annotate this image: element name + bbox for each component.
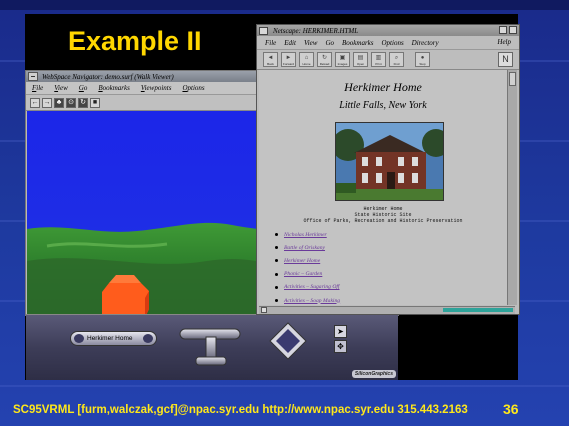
background-stripe (0, 385, 569, 387)
link-list: Nicholas Herkimer Battle of Oriskany Her… (275, 228, 340, 305)
menu-go[interactable]: Go (325, 39, 334, 47)
previous-viewpoint-icon[interactable] (74, 334, 84, 343)
status-bar (259, 306, 515, 314)
print-button[interactable]: ▥ Print (371, 52, 386, 67)
forward-arrow-icon[interactable]: → (42, 97, 52, 108)
page-content: Herkimer Home Little Falls, New York Her… (259, 70, 507, 305)
menu-view[interactable]: View (304, 39, 317, 47)
find-button[interactable]: ⌕ Find (389, 52, 404, 67)
maximize-icon[interactable] (509, 26, 517, 34)
netscape-toolbar: ◄ Back ► Forward ⌂ Home ↻ Reload ▣ Images ▤ Op… (257, 49, 519, 70)
security-key-icon (261, 307, 267, 313)
menu-go[interactable]: Go (79, 84, 88, 92)
menu-options[interactable]: Options (382, 39, 404, 47)
netscape-menubar: File Edit View Go Bookmarks Options Dire… (257, 36, 519, 49)
images-icon: ▣ (339, 55, 346, 61)
forward-label: Forward (282, 62, 294, 66)
back-label: Back (267, 62, 274, 66)
print-label: Print (375, 62, 382, 66)
link-herkimer-home[interactable]: Herkimer Home (275, 254, 340, 267)
menu-viewpoints[interactable]: Viewpoints (141, 84, 172, 92)
walk-icon[interactable]: ♣ (54, 97, 64, 108)
menu-view[interactable]: View (54, 84, 68, 92)
minimize-icon[interactable] (499, 26, 507, 34)
herkimer-house-photo (335, 122, 444, 201)
walk-tube-control[interactable] (176, 323, 246, 369)
open-label: Open (356, 62, 365, 66)
stop-icon: ● (420, 55, 425, 61)
forward-icon: ► (285, 55, 292, 61)
forward-button[interactable]: ► Forward (281, 52, 296, 67)
find-icon: ⌕ (394, 55, 399, 61)
progress-bar (443, 308, 513, 312)
stop-icon[interactable]: ■ (90, 97, 100, 108)
house-photo-image (336, 123, 443, 200)
slide-footer: SC95VRML [furm,walczak,gcf]@npac.syr.edu… (13, 404, 468, 416)
menu-bookmarks[interactable]: Bookmarks (98, 84, 130, 92)
slide-title: Example II (68, 26, 202, 56)
open-button[interactable]: ▤ Open (353, 52, 368, 67)
move-mode-icon[interactable]: ✥ (334, 340, 347, 353)
viewpoint-label: Herkimer Home (87, 335, 133, 342)
reload-label: Reload (319, 62, 330, 66)
viewpoint-selector[interactable]: Herkimer Home (70, 331, 157, 346)
menu-help[interactable]: Help (497, 38, 511, 46)
page-subheading: Little Falls, New York (339, 100, 427, 111)
next-viewpoint-icon[interactable] (143, 334, 153, 343)
window-menu-icon[interactable] (28, 72, 38, 81)
netscape-title: Netscape: HERKIMER.HTML (273, 26, 359, 35)
netscape-window: Netscape: HERKIMER.HTML File Edit View G… (256, 24, 520, 315)
back-icon: ◄ (267, 55, 274, 61)
seek-icon[interactable]: ⊙ (66, 97, 76, 108)
reload-icon: ↻ (321, 55, 328, 61)
scrollbar-thumb[interactable] (509, 72, 516, 86)
images-button[interactable]: ▣ Images (335, 52, 350, 67)
slide-top-bar (0, 0, 569, 10)
back-arrow-icon[interactable]: ← (30, 97, 40, 108)
print-icon: ▥ (375, 55, 382, 61)
netscape-titlebar[interactable]: Netscape: HERKIMER.HTML (257, 25, 519, 36)
home-icon: ⌂ (304, 55, 309, 61)
back-button[interactable]: ◄ Back (263, 52, 278, 67)
vertical-scrollbar[interactable] (507, 70, 517, 305)
reload-button[interactable]: ↻ Reload (317, 52, 332, 67)
netscape-logo-icon: N (498, 52, 513, 67)
navigator-control-panel: Herkimer Home ➤ ✥ SiliconGraphics (26, 314, 398, 380)
menu-bookmarks[interactable]: Bookmarks (342, 39, 374, 47)
link-nicholas-herkimer[interactable]: Nicholas Herkimer (275, 228, 340, 241)
stop-label: Stop (419, 62, 426, 66)
reload-icon[interactable]: ↻ (78, 97, 88, 108)
menu-directory[interactable]: Directory (412, 39, 439, 47)
cursor-pointer-icon[interactable]: ➤ (334, 325, 347, 338)
open-icon: ▤ (357, 55, 364, 61)
link-phonic-garden[interactable]: Phonic – Garden (275, 268, 340, 281)
window-menu-icon[interactable] (259, 26, 268, 35)
silicon-graphics-logo: SiliconGraphics (351, 370, 396, 378)
link-sugaring-off[interactable]: Activities – Sugaring Off (275, 281, 340, 294)
home-label: Home (302, 62, 311, 66)
menu-options[interactable]: Options (182, 84, 204, 92)
menu-edit[interactable]: Edit (284, 39, 296, 47)
page-heading: Herkimer Home (344, 80, 422, 94)
link-battle-of-oriskany[interactable]: Battle of Oriskany (275, 241, 340, 254)
stop-button[interactable]: ● Stop (415, 52, 430, 67)
slide-page-number: 36 (503, 401, 519, 417)
webspace-title: WebSpace Navigator: demo.surf (Walk View… (42, 72, 174, 81)
find-label: Find (393, 62, 400, 66)
link-soap-making[interactable]: Activities – Soap Making (275, 294, 340, 305)
caption-line: Office of Parks, Recreation and Historic… (303, 218, 463, 224)
tilt-diamond-control[interactable] (268, 321, 308, 361)
home-button[interactable]: ⌂ Home (299, 52, 314, 67)
menu-file[interactable]: File (265, 39, 276, 47)
menu-file[interactable]: File (32, 84, 43, 92)
images-label: Images (337, 62, 348, 66)
